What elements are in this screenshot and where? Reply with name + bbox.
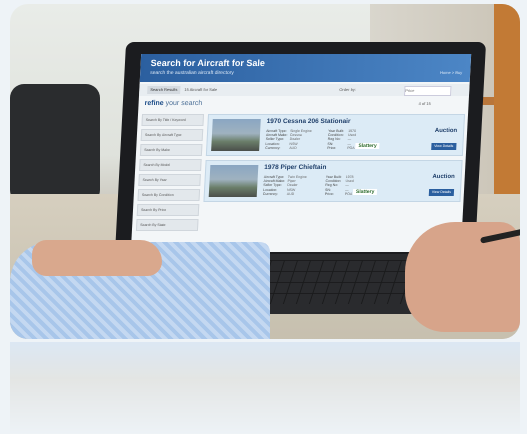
shelf-post [494, 4, 520, 214]
photo-frame: Search for Aircraft for Sale search the … [10, 4, 520, 339]
filter-make[interactable]: Search By Make [139, 144, 203, 156]
refine-word: refine [144, 100, 164, 107]
listing-title[interactable]: 1978 Piper Chieftain [264, 164, 327, 171]
filter-price[interactable]: Search By Price [136, 204, 200, 216]
sort-select[interactable]: Price [403, 86, 452, 96]
photo-reflection [10, 342, 520, 434]
page-title: Search for Aircraft for Sale [150, 58, 266, 68]
listing-values: Single Engine Cessna Dealer NSW AUD [289, 129, 312, 150]
listing-card[interactable]: 1978 Piper Chieftain Aircraft Type: Airc… [203, 160, 463, 202]
laptop-screen: Search for Aircraft for Sale search the … [130, 54, 472, 252]
listing-card[interactable]: 1970 Cessna 206 Stationair Aircraft Type… [205, 114, 466, 156]
search-results-button[interactable]: Search Results [147, 86, 181, 94]
results-toolbar: Search Results 15 Aircraft for Sale Orde… [138, 84, 470, 96]
dealer-logo: Slattery [355, 143, 380, 149]
refine-heading: refine your search [144, 100, 202, 107]
page-subtitle: search the australian aircraft directory [150, 70, 235, 76]
filter-keyword[interactable]: Search By Title / Keyword [141, 114, 205, 126]
listing-labels-2: Year Built: Condition: Reg No: SN: Price… [327, 129, 345, 150]
filter-state[interactable]: Search By State [135, 219, 199, 231]
results-count: 15 Aircraft for Sale [184, 87, 218, 92]
filter-year[interactable]: Search By Year [138, 174, 201, 186]
refine-rest: your search [163, 100, 203, 107]
site-header: Search for Aircraft for Sale search the … [139, 54, 472, 82]
filter-condition[interactable]: Search By Condition [137, 189, 201, 201]
sale-type: Auction [434, 128, 458, 134]
filter-type[interactable]: Search By Aircraft Type [140, 129, 204, 141]
office-chair [10, 84, 100, 204]
listing-values: Twin Engine Piper Dealer NSW AUD [286, 175, 307, 196]
sort-label: Order by: [339, 87, 357, 92]
breadcrumb[interactable]: Home > Buy [440, 70, 462, 75]
view-details-button[interactable]: View Details [428, 189, 455, 196]
dealer-logo: Slattery [352, 189, 378, 195]
aircraft-photo[interactable] [208, 165, 259, 197]
view-details-button[interactable]: View Details [430, 143, 457, 150]
refine-sidebar: Search By Title / Keyword Search By Airc… [135, 114, 205, 234]
listing-labels: Aircraft Type: Aircraft Make: Seller Typ… [265, 129, 288, 150]
sale-type: Auction [432, 174, 455, 180]
filter-model[interactable]: Search By Model [139, 159, 202, 171]
pager[interactable]: 4 of 15 [418, 101, 430, 106]
listing-labels-2: Year Built: Condition: Reg No: SN: Price… [324, 175, 342, 196]
listing-labels: Aircraft Type: Aircraft Make: Seller Typ… [262, 175, 286, 196]
listing-title[interactable]: 1970 Cessna 206 Stationair [266, 118, 350, 125]
aircraft-photo[interactable] [211, 119, 261, 151]
left-hand [32, 240, 162, 276]
reflection-gradient [10, 342, 520, 434]
